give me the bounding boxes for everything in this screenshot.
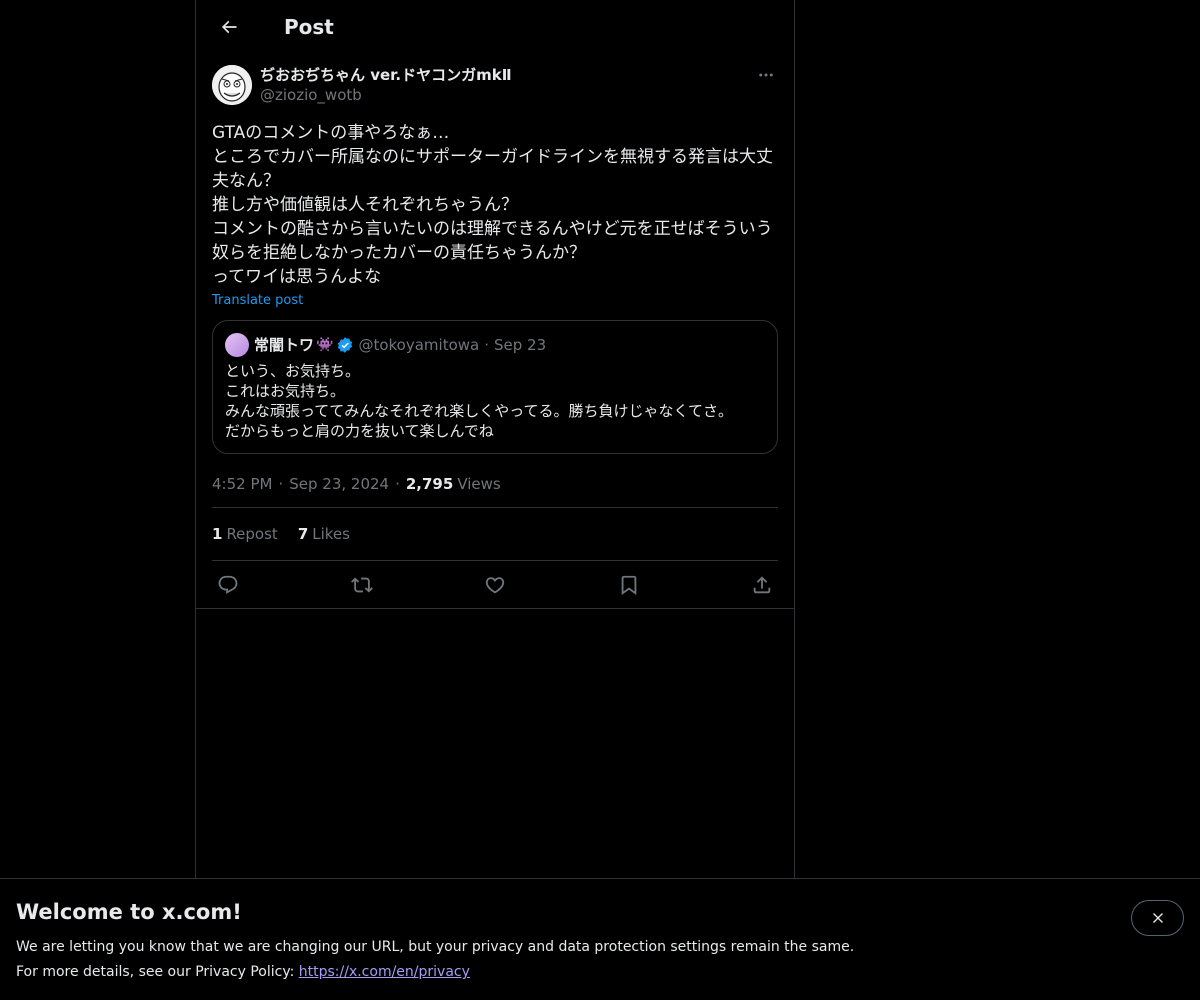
quote-separator: · [484, 336, 489, 354]
privacy-policy-link[interactable]: https://x.com/en/privacy [299, 964, 470, 980]
banner-details-prefix: For more details, see our Privacy Policy… [16, 964, 299, 980]
avatar-image [212, 65, 252, 105]
author-names: ぢおおぢちゃん ver.ドヤコンガmkⅡ @ziozio_wotb [260, 65, 512, 105]
verified-icon [336, 336, 354, 354]
close-banner-button[interactable] [1131, 900, 1184, 936]
quote-display-name: 常闇トワ [254, 336, 315, 354]
action-bar [212, 561, 778, 608]
meta-separator: · [278, 474, 284, 493]
likes-label: Likes [312, 525, 350, 543]
close-icon [1152, 913, 1163, 923]
author-handle[interactable]: @ziozio_wotb [260, 85, 512, 105]
share-button[interactable] [750, 573, 774, 597]
quote-text: という、お気持ち。 これはお気持ち。 みんな頑張っててみんなそれぞれ楽しくやって… [225, 362, 734, 440]
like-icon [485, 576, 505, 593]
header: Post [196, 0, 794, 53]
welcome-banner: Welcome to x.com! We are letting you kno… [0, 878, 1200, 1000]
author-row: ぢおおぢちゃん ver.ドヤコンガmkⅡ @ziozio_wotb [212, 65, 778, 105]
post: ぢおおぢちゃん ver.ドヤコンガmkⅡ @ziozio_wotb GTAのコメ… [196, 53, 794, 609]
bookmark-button[interactable] [617, 573, 641, 597]
meta-separator: · [395, 474, 400, 493]
quote-header: 常闇トワ 👾 @tokoyamitowa · Sep 23 [225, 333, 765, 357]
more-icon [759, 73, 773, 77]
quote-avatar [225, 333, 249, 357]
post-divider [196, 608, 794, 609]
likes-count: 7 [297, 525, 309, 543]
like-button[interactable] [483, 573, 507, 597]
quote-date[interactable]: Sep 23 [494, 335, 546, 355]
quoted-post[interactable]: 常闇トワ 👾 @tokoyamitowa · Sep 23 という、お気持ち。 … [212, 320, 778, 454]
banner-details: For more details, see our Privacy Policy… [16, 960, 1184, 985]
reply-button[interactable] [216, 573, 240, 597]
post-stats: 1 Repost 7 Likes [212, 508, 778, 561]
likes-stat[interactable]: 7 Likes [298, 525, 350, 543]
share-icon [753, 575, 771, 593]
banner-title: Welcome to x.com! [16, 900, 242, 924]
views-label: Views [457, 474, 501, 493]
more-button[interactable] [754, 65, 778, 85]
reposts-label: Repost [226, 525, 278, 543]
back-arrow-icon [221, 20, 237, 33]
banner-message: We are letting you know that we are chan… [16, 939, 855, 955]
views-count: 2,795 [405, 474, 454, 493]
post-date[interactable]: Sep 23, 2024 [289, 475, 389, 493]
quote-handle: @tokoyamitowa [358, 336, 480, 354]
reposts-stat[interactable]: 1 Repost [212, 525, 278, 543]
reply-icon [218, 575, 238, 594]
post-meta: 4:52 PM · Sep 23, 2024 · 2,795 Views [212, 470, 778, 508]
post-time[interactable]: 4:52 PM [212, 475, 272, 493]
quote-name-emoji: 👾 [316, 337, 334, 353]
primary-column: Post ぢおおぢちゃん ver.ドヤコンガmkⅡ @ziozio_wotb G… [195, 0, 795, 1000]
repost-button[interactable] [350, 573, 374, 597]
back-button[interactable] [212, 10, 246, 44]
repost-icon [350, 577, 373, 592]
reposts-count: 1 [212, 525, 223, 543]
page-title: Post [284, 14, 334, 39]
translate-post-link[interactable]: Translate post [212, 293, 303, 308]
avatar[interactable] [212, 65, 252, 105]
post-text: GTAのコメントの事やろなぁ… ところでカバー所属なのにサポーターガイドラインを… [212, 123, 773, 287]
author-display-name[interactable]: ぢおおぢちゃん ver.ドヤコンガmkⅡ [260, 65, 512, 85]
bookmark-icon [621, 575, 636, 595]
